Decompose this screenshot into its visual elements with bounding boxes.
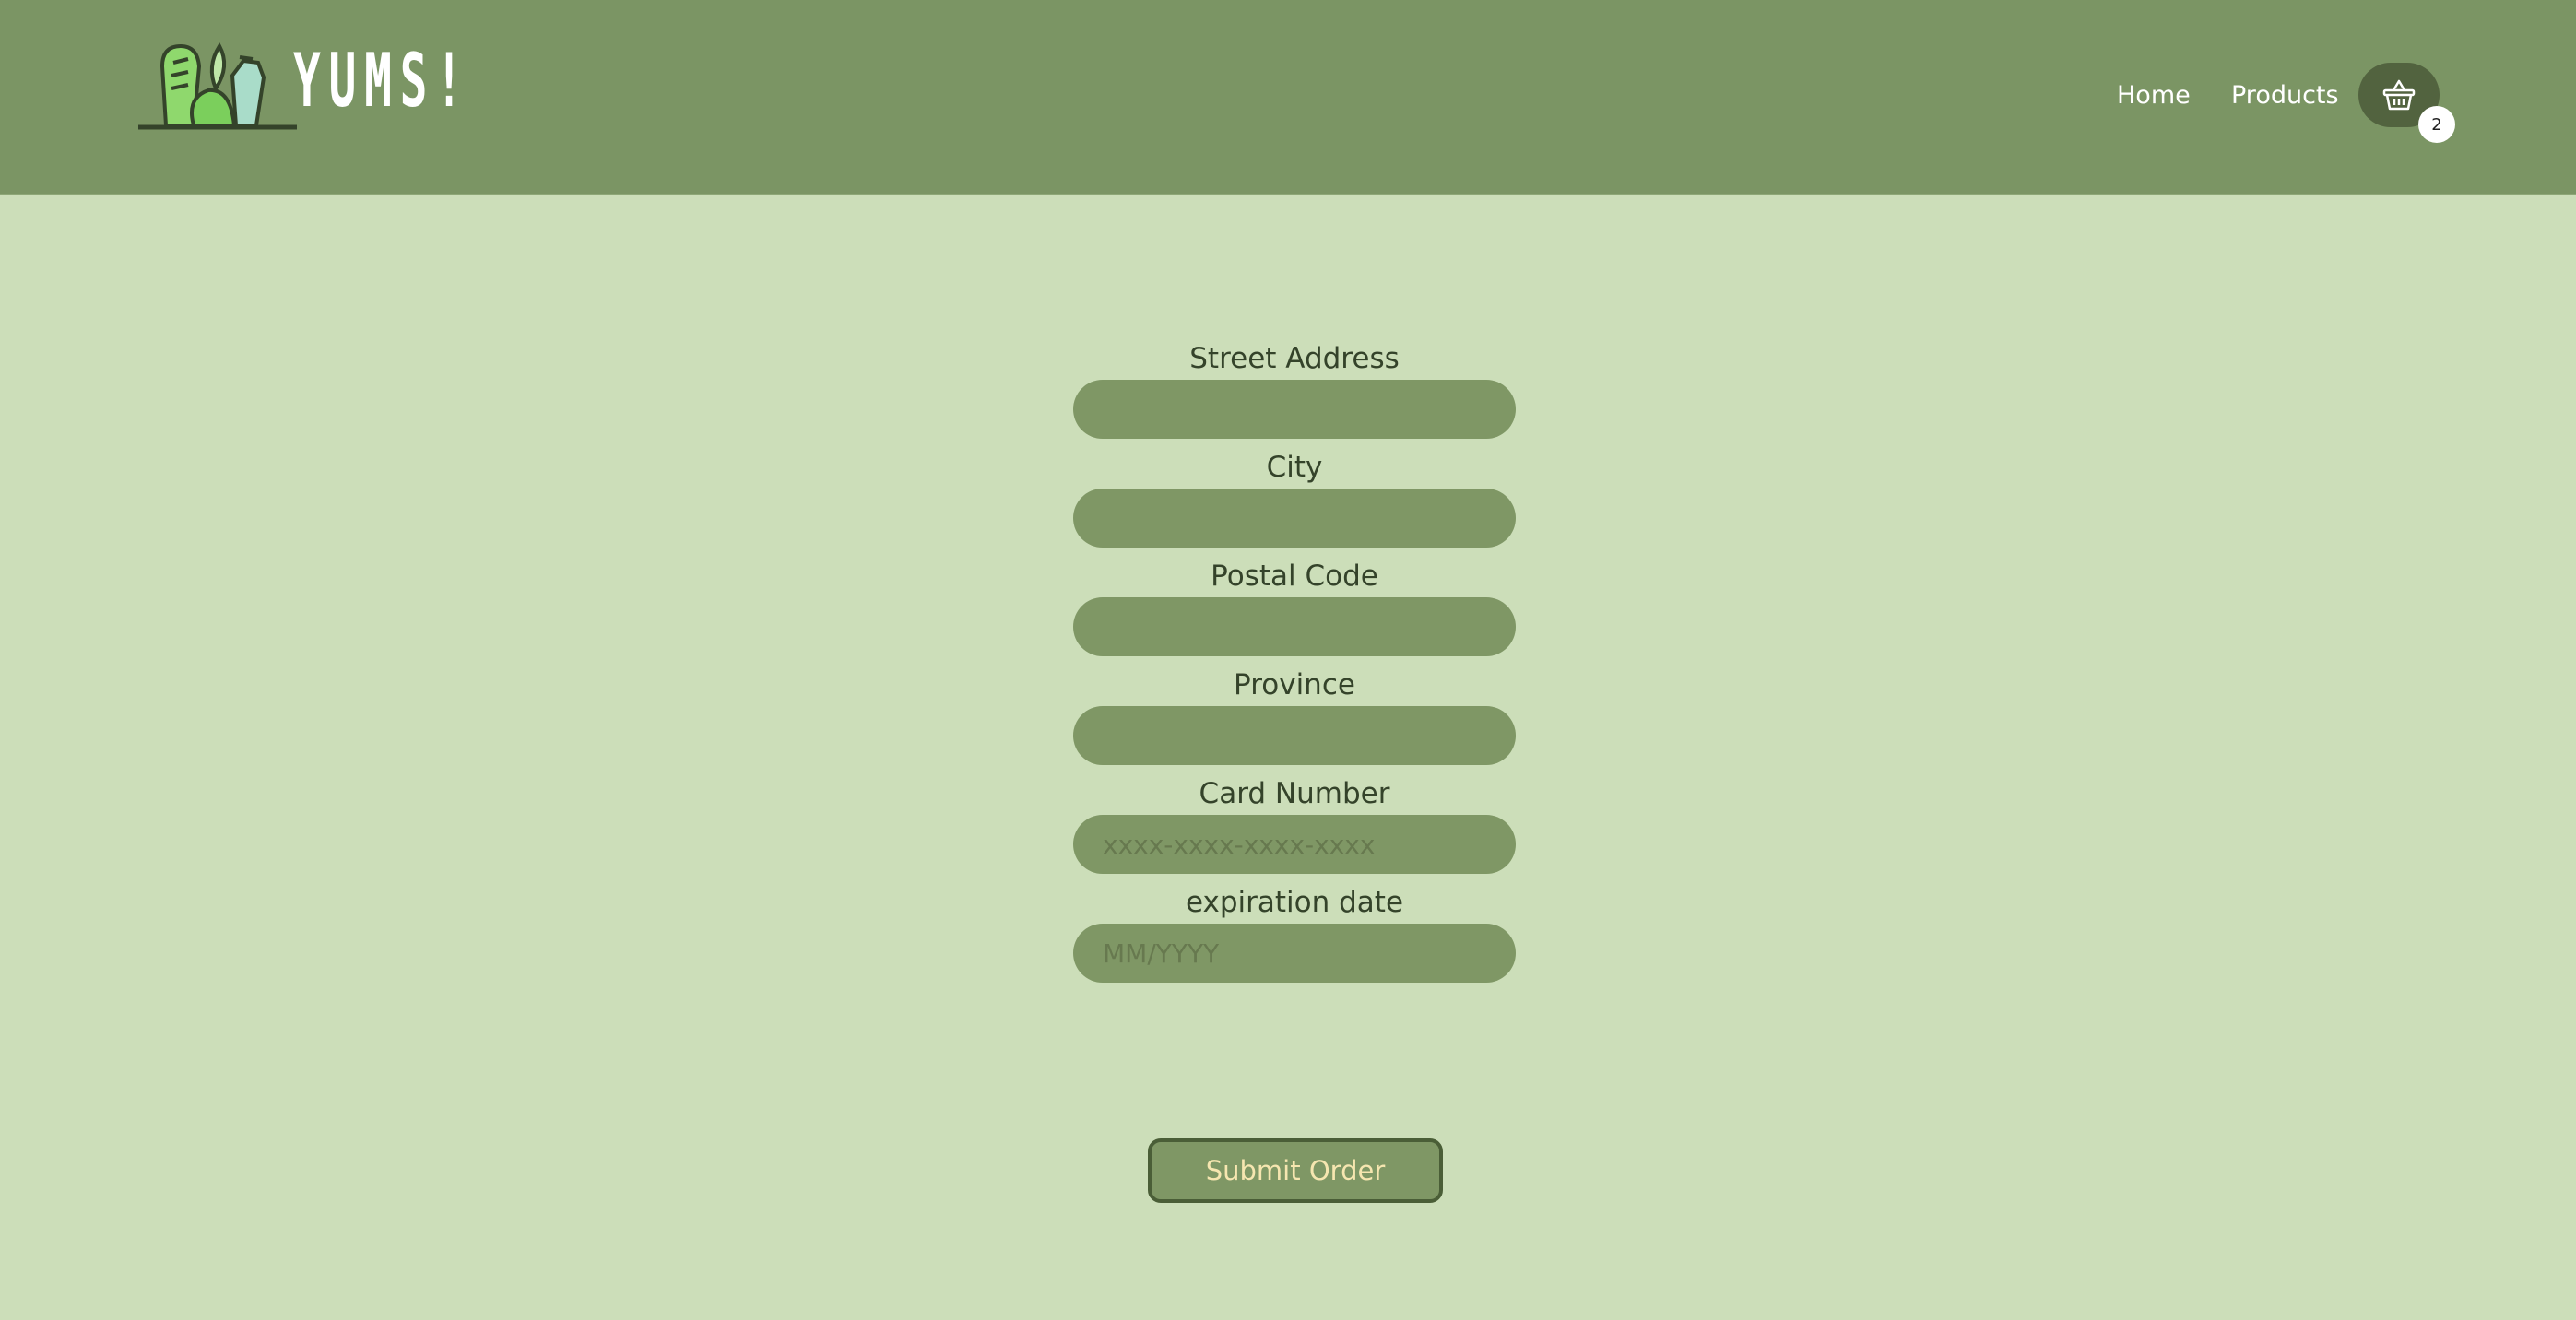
card-number-label: Card Number: [1199, 777, 1390, 810]
postal-code-label: Postal Code: [1211, 560, 1378, 593]
province-field: Province: [1073, 664, 1516, 772]
expiration-date-input[interactable]: [1073, 924, 1516, 983]
nav-products-link[interactable]: Products: [2231, 63, 2339, 127]
checkout-form: Street Address City Postal Code Province…: [1073, 337, 1516, 990]
street-address-field: Street Address: [1073, 337, 1516, 446]
city-field: City: [1073, 446, 1516, 555]
card-number-field: Card Number: [1073, 772, 1516, 881]
expiration-date-label: expiration date: [1185, 886, 1404, 919]
city-input[interactable]: [1073, 489, 1516, 548]
yums-logo[interactable]: YUMS!: [135, 39, 485, 135]
cart-count-badge: 2: [2418, 106, 2455, 143]
logo-wordmark: YUMS!: [293, 38, 471, 124]
expiration-date-field: expiration date: [1073, 881, 1516, 990]
province-input[interactable]: [1073, 706, 1516, 765]
street-address-input[interactable]: [1073, 380, 1516, 439]
nav-home-link[interactable]: Home: [2117, 63, 2191, 127]
site-header: YUMS! Home Products 2: [0, 0, 2576, 195]
postal-code-input[interactable]: [1073, 597, 1516, 656]
postal-code-field: Postal Code: [1073, 555, 1516, 664]
province-label: Province: [1234, 668, 1355, 701]
basket-icon: [2382, 79, 2416, 111]
submit-order-button[interactable]: Submit Order: [1148, 1138, 1443, 1203]
city-label: City: [1266, 451, 1323, 484]
card-number-input[interactable]: [1073, 815, 1516, 874]
street-address-label: Street Address: [1189, 342, 1400, 375]
grocery-bag-logo-icon: [138, 42, 297, 130]
